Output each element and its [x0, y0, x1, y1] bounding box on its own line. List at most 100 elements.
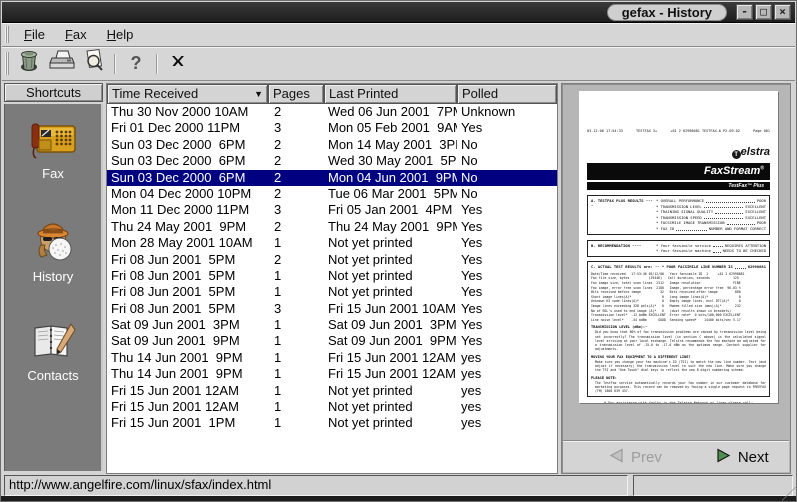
cell-last-printed: Sat 09 Jun 2001 9PM: [328, 333, 457, 349]
column-header-last-printed[interactable]: Last Printed: [324, 84, 457, 104]
cell-pages: 2: [274, 136, 282, 152]
table-row[interactable]: Sun 03 Dec 2000 6PM 2 Mon 04 Jun 2001 9P…: [107, 169, 557, 186]
cell-time-received: Thu 14 Jun 2001 9PM: [111, 349, 243, 365]
fax-stat-line: Line noise level* -54 bdBm GOOD Sending …: [591, 317, 741, 322]
cell-last-printed: Not yet printed: [328, 235, 413, 251]
cell-polled: Yes: [461, 218, 483, 234]
menu-fax[interactable]: Fax: [55, 25, 97, 44]
help-button[interactable]: ?: [122, 51, 150, 77]
cell-pages: 1: [274, 399, 282, 415]
cell-time-received: Thu 14 Jun 2001 9PM: [111, 366, 243, 382]
cell-pages: 2: [274, 185, 282, 201]
prev-button[interactable]: Prev: [609, 447, 662, 467]
preview-icon: [81, 48, 107, 79]
fax-machine-icon: [5, 118, 101, 163]
table-row[interactable]: Mon 04 Dec 2000 10PM 2 Tue 06 Mar 2001 5…: [107, 186, 557, 202]
fax-page-preview[interactable]: 03-12-00 17:54:33 TESTFAX 3+ +61 2 6299868…: [579, 91, 778, 403]
cell-polled: Yes: [461, 251, 483, 267]
cell-time-received: Sun 03 Dec 2000 6PM: [111, 136, 246, 152]
fax-preview-panel: 03-12-00 17:54:33 TESTFAX 3+ +61 2 6299868…: [561, 83, 791, 474]
table-row[interactable]: Fri 08 Jun 2001 5PM 1 Not yet printed Ye…: [107, 284, 557, 300]
cell-time-received: Fri 01 Dec 2000 11PM: [111, 120, 241, 136]
menu-file[interactable]: File: [14, 25, 55, 44]
sort-descending-icon: ▼: [254, 89, 263, 99]
menu-grip[interactable]: [5, 26, 9, 43]
table-row[interactable]: Fri 08 Jun 2001 5PM 1 Not yet printed Ye…: [107, 268, 557, 284]
cell-pages: 1: [274, 333, 282, 349]
status-url: http://www.angelfire.com/linux/sfax/inde…: [4, 475, 628, 496]
sidebar-item-contacts[interactable]: Contacts: [5, 322, 101, 383]
table-row[interactable]: Sat 09 Jun 2001 3PM 1 Sat 09 Jun 2001 3P…: [107, 317, 557, 333]
table-row[interactable]: Thu 14 Jun 2001 9PM 1 Fri 15 Jun 2001 12…: [107, 366, 557, 382]
cell-polled: Yes: [461, 267, 483, 283]
cell-last-printed: Not yet printed: [328, 382, 413, 398]
cell-time-received: Mon 28 May 2001 10AM: [111, 235, 253, 251]
table-row[interactable]: Sun 03 Dec 2000 6PM 2 Wed 30 May 2001 5P…: [107, 153, 557, 169]
status-bar: http://www.angelfire.com/linux/sfax/inde…: [2, 475, 795, 496]
table-row[interactable]: Sun 03 Dec 2000 6PM 2 Mon 14 May 2001 3P…: [107, 137, 557, 153]
minimize-button[interactable]: -: [736, 4, 753, 20]
fax-result-row: * FAX ID NUMBER AND FORMAT CORRECT: [656, 225, 766, 231]
cell-last-printed: Sat 09 Jun 2001 3PM: [328, 317, 457, 333]
fax-stat-line: Transmission level* -12 bdBm EXCELLENT E…: [591, 313, 741, 318]
cell-pages: 2: [274, 104, 282, 119]
toolbar-separator: [114, 53, 116, 74]
table-row[interactable]: Thu 14 Jun 2001 9PM 1 Fri 15 Jun 2001 12…: [107, 350, 557, 366]
cell-pages: 3: [274, 300, 282, 316]
resize-grip[interactable]: [782, 487, 796, 501]
fax-meta-item: 03-12-00 17:54:33: [587, 129, 623, 133]
menu-help[interactable]: Help: [97, 25, 144, 44]
cell-pages: 3: [274, 202, 282, 218]
fax-stats: Date/Time received 17:53:46 03/12/00 You…: [591, 272, 766, 323]
cell-polled: No: [461, 136, 478, 152]
sidebar-item-label: History: [32, 269, 74, 284]
toolbar: ?: [2, 47, 795, 81]
sidebar-item-history[interactable]: History: [5, 215, 101, 284]
table-row[interactable]: Fri 08 Jun 2001 5PM 2 Not yet printed Ye…: [107, 252, 557, 268]
table-row[interactable]: Mon 11 Dec 2000 11PM 3 Fri 05 Jan 2001 4…: [107, 202, 557, 218]
column-header-time-received[interactable]: Time Received ▼: [107, 84, 268, 104]
close-button[interactable]: ×: [774, 4, 791, 20]
table-row[interactable]: Thu 24 May 2001 9PM 2 Thu 24 May 2001 9P…: [107, 219, 557, 235]
prev-arrow-icon: [609, 447, 624, 467]
title-bar[interactable]: gefax - History - □ ×: [2, 2, 795, 23]
fax-meta-item: Page 001: [753, 129, 770, 133]
cell-time-received: Fri 15 Jun 2001 12AM: [111, 382, 239, 398]
trash-button[interactable]: [16, 51, 44, 77]
window-title: gefax - History: [606, 4, 727, 21]
toolbar-grip[interactable]: [5, 51, 9, 76]
delete-button[interactable]: [164, 51, 192, 77]
sidebar-item-fax[interactable]: Fax: [5, 118, 101, 181]
table-row[interactable]: Thu 30 Nov 2000 10AM 2 Wed 06 Jun 2001 7…: [107, 104, 557, 120]
print-button[interactable]: [48, 50, 76, 77]
cell-last-printed: Fri 15 Jun 2001 10AM: [328, 300, 456, 316]
trash-icon: [19, 49, 41, 78]
column-header-polled[interactable]: Polled: [457, 84, 557, 104]
cell-polled: yes: [461, 382, 482, 398]
cell-polled: No: [461, 185, 478, 201]
next-button[interactable]: Next: [716, 447, 769, 467]
cell-last-printed: Fri 15 Jun 2001 12AM: [328, 349, 456, 365]
cell-last-printed: Not yet printed: [328, 415, 413, 431]
shortcuts-header-button[interactable]: Shortcuts: [4, 83, 103, 102]
cell-time-received: Thu 30 Nov 2000 10AM: [111, 104, 249, 119]
table-row[interactable]: Fri 15 Jun 2001 12AM 1 Not yet printed y…: [107, 383, 557, 399]
fax-meta-line: 03-12-00 17:54:33 TESTFAX 3+ +61 2 6299868…: [587, 129, 770, 133]
column-header-pages[interactable]: Pages: [268, 84, 324, 104]
table-row[interactable]: Mon 28 May 2001 10AM 1 Not yet printed Y…: [107, 235, 557, 251]
table-row[interactable]: Fri 08 Jun 2001 5PM 3 Fri 15 Jun 2001 10…: [107, 301, 557, 317]
cell-pages: 2: [274, 169, 282, 185]
fax-stat-line: Fax image size, total scan lines 2312 Im…: [591, 280, 741, 285]
cell-pages: 1: [274, 317, 282, 333]
table-row[interactable]: Fri 01 Dec 2000 11PM 3 Mon 05 Feb 2001 9…: [107, 120, 557, 136]
cell-time-received: Sat 09 Jun 2001 9PM: [111, 333, 240, 349]
maximize-button[interactable]: □: [755, 4, 772, 20]
fax-paragraphs: TRANSMISSION LEVEL (dBm):- Did you know …: [591, 325, 766, 393]
table-row[interactable]: Fri 15 Jun 2001 12AM 1 Not yet printed y…: [107, 399, 557, 415]
table-row[interactable]: Fri 15 Jun 2001 1PM 1 Not yet printed ye…: [107, 415, 557, 431]
cell-last-printed: Not yet printed: [328, 284, 413, 300]
cell-pages: 2: [274, 218, 282, 234]
preview-button[interactable]: [80, 48, 108, 79]
cell-last-printed: Mon 05 Feb 2001 9AM: [328, 120, 457, 136]
table-row[interactable]: Sat 09 Jun 2001 9PM 1 Sat 09 Jun 2001 9P…: [107, 333, 557, 349]
